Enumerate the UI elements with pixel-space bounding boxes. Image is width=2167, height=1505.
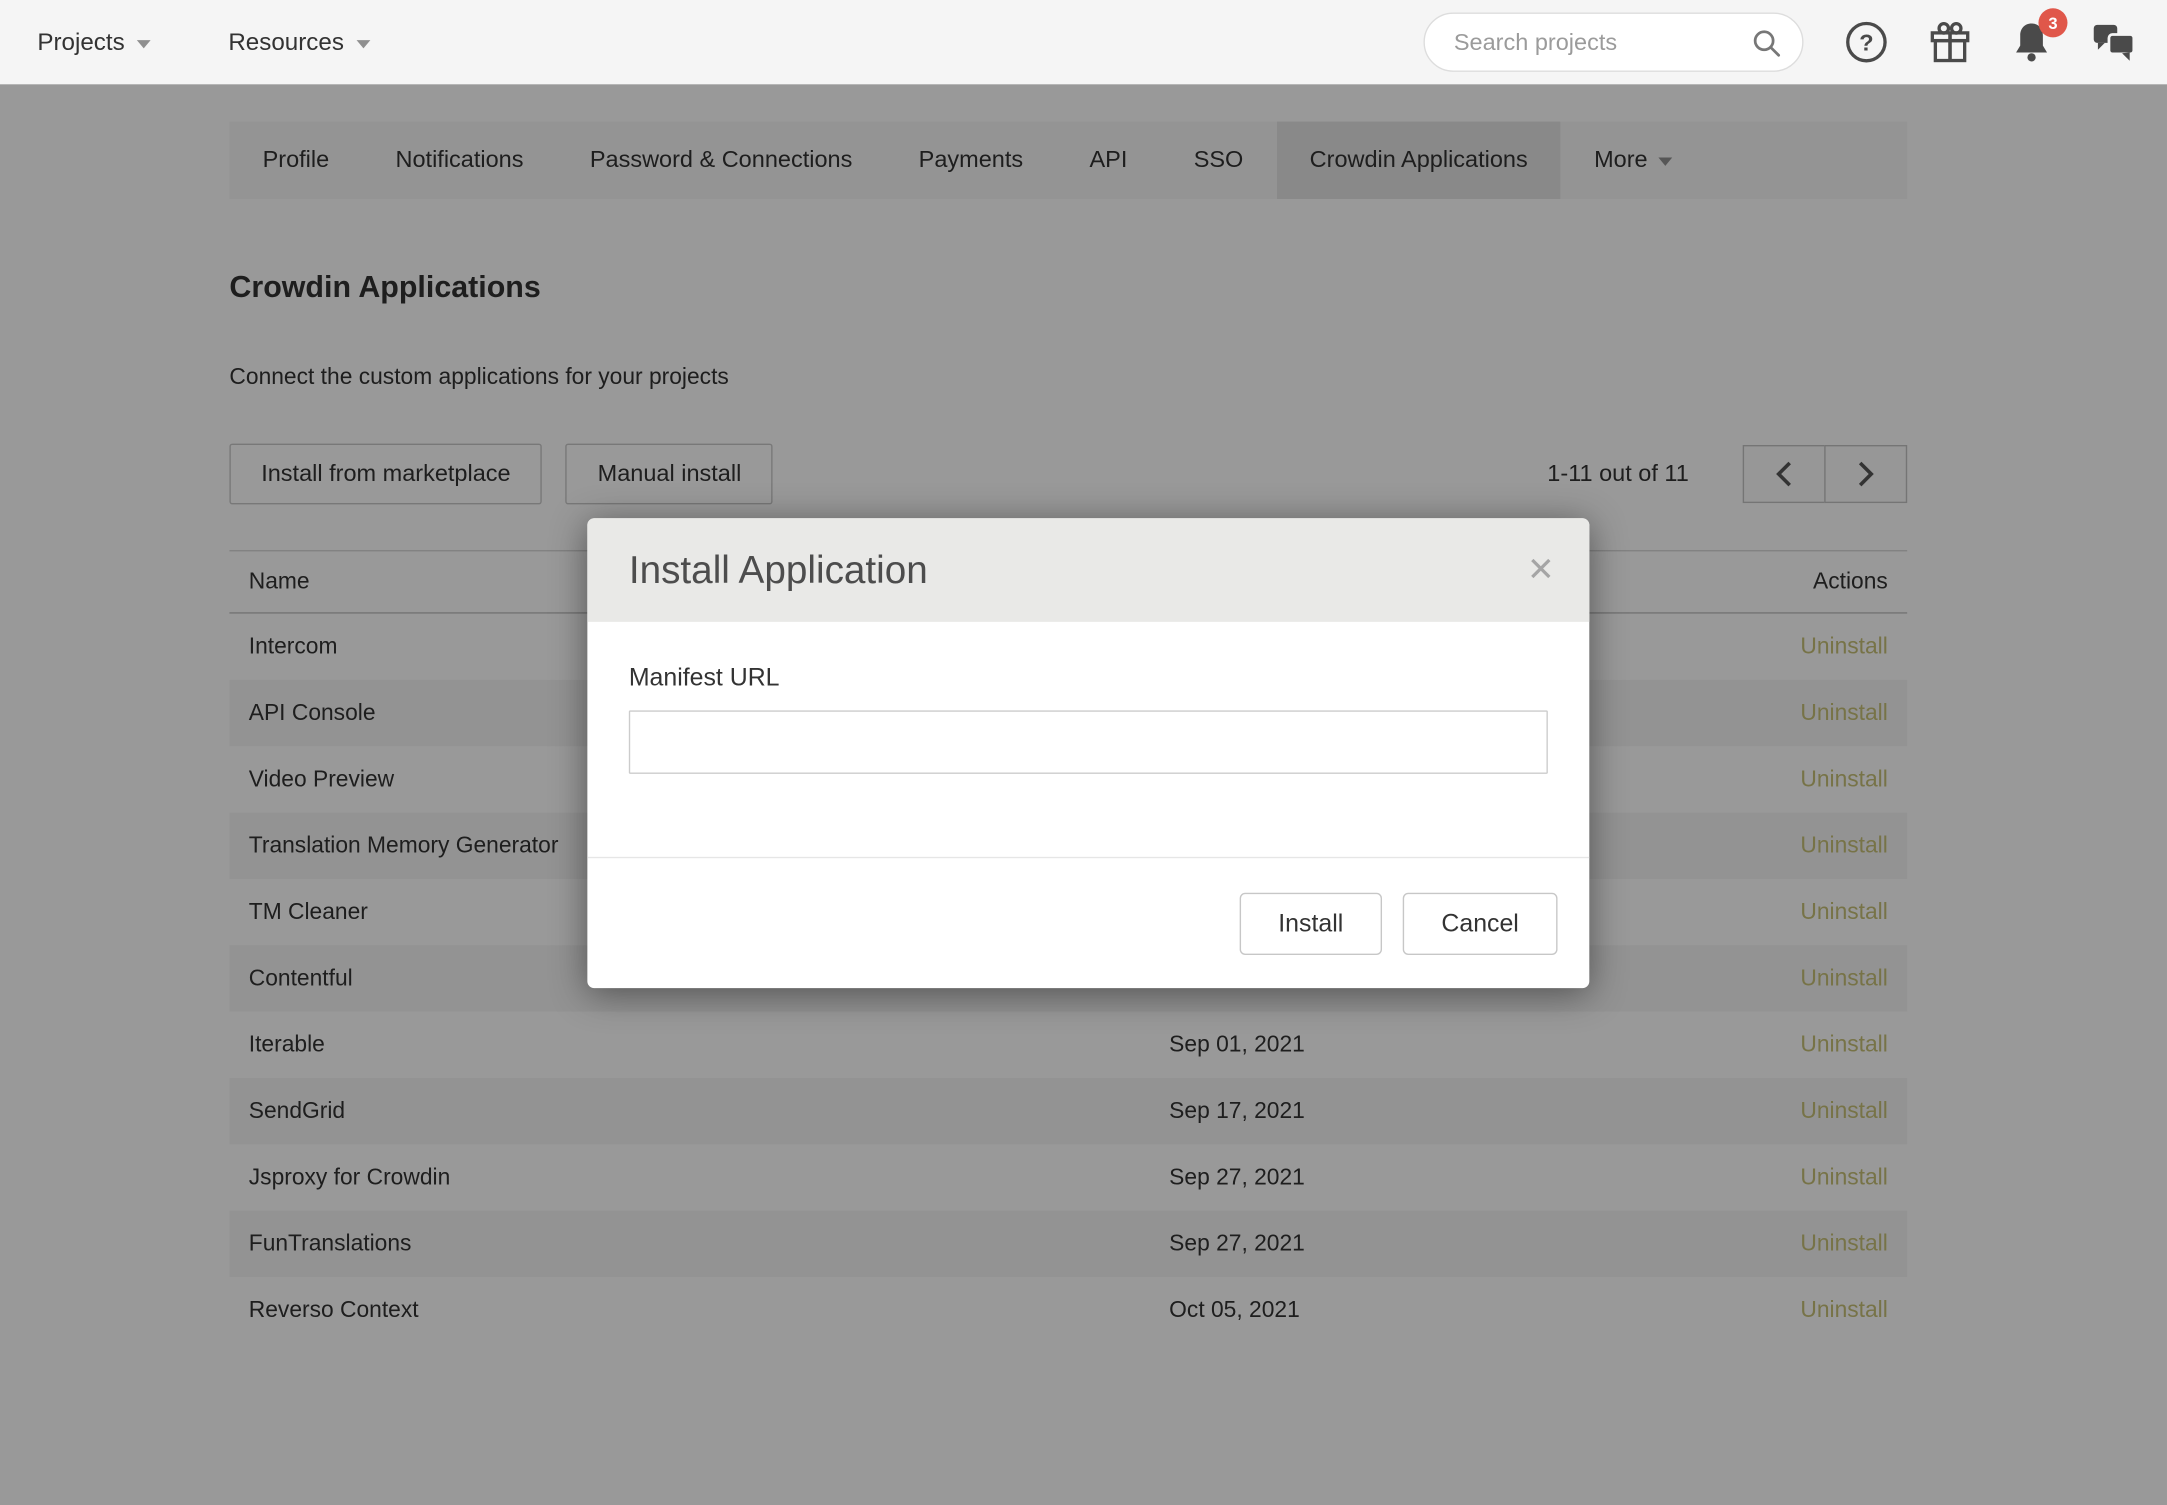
close-icon[interactable]: ✕ xyxy=(1527,553,1555,586)
crowdin-settings-page: Projects Resources ? xyxy=(0,0,2167,1505)
gift-icon xyxy=(1929,21,1970,64)
projects-menu-label: Projects xyxy=(37,28,124,57)
manifest-url-label: Manifest URL xyxy=(629,663,1548,692)
install-button[interactable]: Install xyxy=(1240,892,1382,954)
resources-menu-label: Resources xyxy=(228,28,344,57)
notification-badge: 3 xyxy=(2038,8,2067,37)
search-icon[interactable] xyxy=(1751,28,1783,60)
gift-button[interactable] xyxy=(1929,21,1970,64)
install-application-modal: Install Application ✕ Manifest URL Insta… xyxy=(587,518,1589,988)
messages-button[interactable] xyxy=(2092,21,2136,62)
modal-body: Manifest URL xyxy=(587,622,1589,857)
primary-nav: Projects Resources xyxy=(0,28,370,57)
notifications-button[interactable]: 3 xyxy=(2012,21,2051,64)
modal-header: Install Application ✕ xyxy=(587,518,1589,622)
modal-footer: Install Cancel xyxy=(587,857,1589,988)
chevron-down-icon xyxy=(356,39,370,47)
help-icon: ? xyxy=(1845,21,1888,64)
help-button[interactable]: ? xyxy=(1845,21,1888,64)
modal-title: Install Application xyxy=(629,548,928,592)
projects-menu[interactable]: Projects xyxy=(37,28,151,57)
cancel-button[interactable]: Cancel xyxy=(1403,892,1558,954)
chat-icon xyxy=(2092,21,2136,62)
manifest-url-input[interactable] xyxy=(629,710,1548,774)
search-projects-box[interactable] xyxy=(1423,12,1803,71)
svg-text:?: ? xyxy=(1859,29,1873,55)
top-navigation-bar: Projects Resources ? xyxy=(0,0,2167,84)
resources-menu[interactable]: Resources xyxy=(228,28,370,57)
topbar-actions: ? 3 xyxy=(1423,0,2136,84)
chevron-down-icon xyxy=(137,39,151,47)
search-projects-input[interactable] xyxy=(1454,28,1751,56)
